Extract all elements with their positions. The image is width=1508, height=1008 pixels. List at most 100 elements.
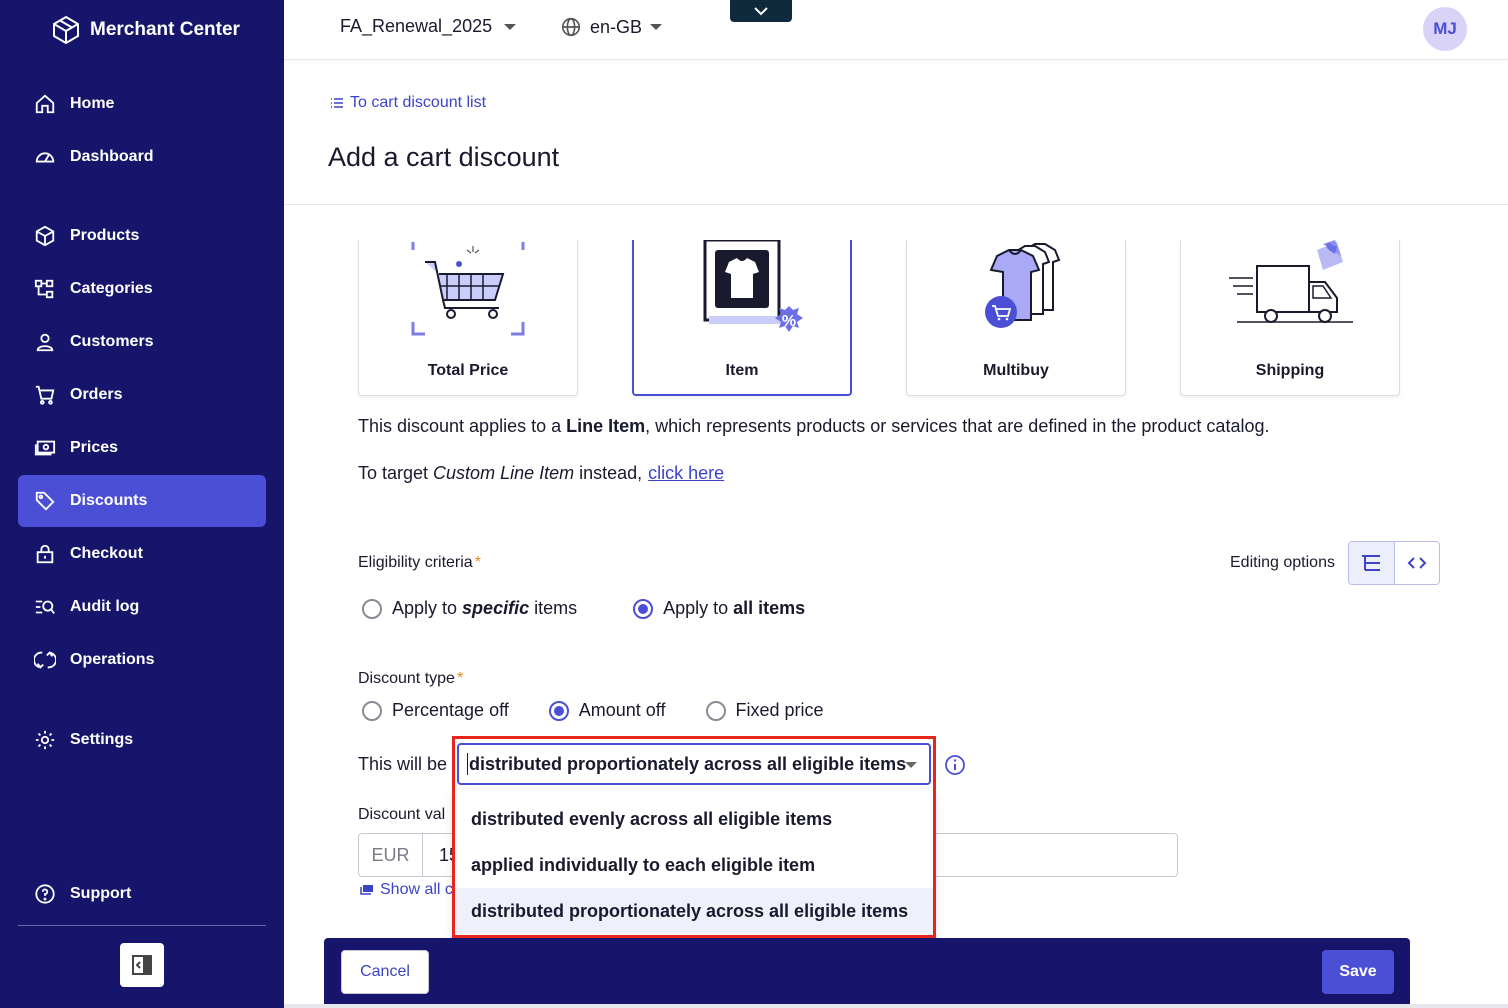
radio-fixed-price[interactable]: Fixed price — [705, 700, 824, 721]
distribution-select[interactable]: distributed proportionately across all e… — [457, 743, 931, 785]
description-bold: Line Item — [566, 416, 646, 436]
prices-icon — [34, 437, 56, 459]
products-icon — [34, 225, 56, 247]
sidebar-item-label: Operations — [70, 651, 155, 668]
audit-log-icon — [34, 596, 56, 618]
dropdown-option[interactable]: applied individually to each eligible it… — [455, 842, 933, 888]
radio-apply-all[interactable]: Apply to all items — [633, 598, 805, 619]
chevron-down-icon — [650, 24, 663, 30]
card-item[interactable]: % Item — [632, 240, 852, 396]
collapse-sidebar-icon — [132, 955, 152, 975]
radio-amount-off[interactable]: Amount off — [548, 700, 666, 721]
visual-editor-button[interactable] — [1349, 542, 1395, 584]
avatar[interactable]: MJ — [1423, 7, 1467, 51]
radio-label: Percentage off — [392, 700, 509, 720]
sidebar-item-settings[interactable]: Settings — [18, 714, 266, 766]
save-button[interactable]: Save — [1322, 950, 1394, 994]
dropdown-option-selected[interactable]: distributed proportionately across all e… — [455, 888, 933, 934]
chevron-down-icon — [754, 7, 768, 16]
form-action-bar: Cancel Save — [324, 938, 1410, 1008]
code-icon — [1407, 557, 1427, 569]
target-prefix: To target — [358, 463, 434, 483]
radio-label: Apply to specific items — [392, 598, 577, 619]
chevron-down-icon — [504, 23, 517, 30]
bottom-strip — [284, 1004, 1508, 1008]
project-name: FA_Renewal_2025 — [340, 16, 493, 36]
description-prefix: This discount applies to a — [358, 416, 567, 436]
sidebar-item-label: Dashboard — [70, 148, 154, 165]
multibuy-illustration-icon — [985, 243, 1061, 328]
card-multibuy[interactable]: Multibuy — [906, 240, 1126, 396]
editing-options-toggle — [1348, 541, 1440, 585]
topbar: FA_Renewal_2025 en-GB MJ — [284, 0, 1508, 60]
show-all-currencies-link[interactable]: Show all c — [360, 881, 453, 899]
expand-panel-tab[interactable] — [730, 0, 792, 22]
sidebar-item-customers[interactable]: Customers — [18, 316, 266, 368]
tag-icon — [34, 490, 56, 512]
target-suffix: instead, — [574, 463, 643, 483]
dropdown-option[interactable]: distributed evenly across all eligible i… — [455, 796, 933, 842]
back-to-list-link[interactable]: To cart discount list — [330, 94, 486, 112]
sidebar-item-label: Categories — [70, 280, 153, 297]
sidebar-item-audit-log[interactable]: Audit log — [18, 581, 266, 633]
list-icon — [331, 98, 343, 108]
eligibility-radio-group: Apply to specific items Apply to all ite… — [362, 598, 805, 619]
locale-switcher[interactable]: en-GB — [560, 16, 663, 38]
sidebar-item-label: Home — [70, 95, 115, 112]
required-mark: * — [456, 670, 464, 687]
radio-indicator — [633, 598, 654, 619]
description-suffix: , which represents products or services … — [645, 416, 1270, 436]
discount-description: This discount applies to a Line Item, wh… — [358, 416, 1269, 437]
project-switcher[interactable]: FA_Renewal_2025 — [340, 16, 517, 37]
discount-type-label-text: Discount type — [358, 670, 455, 687]
page-title: Add a cart discount — [328, 142, 560, 172]
card-label: Item — [725, 362, 759, 379]
specific-suffix: items — [529, 598, 578, 618]
distribution-selected-value: distributed proportionately across all e… — [469, 753, 907, 774]
sidebar-item-categories[interactable]: Categories — [18, 263, 266, 315]
brand-name: Merchant Center — [90, 19, 240, 40]
shipping-truck-illustration-icon — [1229, 240, 1353, 323]
cart-icon — [34, 384, 56, 406]
custom-line-item-hint: To target Custom Line Item instead, click… — [358, 463, 724, 484]
home-icon — [34, 93, 56, 115]
operations-icon — [34, 649, 56, 671]
sidebar-item-support[interactable]: Support — [18, 868, 266, 920]
radio-apply-specific[interactable]: Apply to specific items — [362, 598, 577, 619]
lock-icon — [34, 543, 56, 565]
distribution-dropdown-menu: distributed evenly across all eligible i… — [455, 790, 933, 935]
radio-indicator — [362, 700, 382, 721]
specific-em: specific — [462, 598, 530, 618]
click-here-link[interactable]: click here — [648, 463, 724, 483]
sidebar-item-label: Prices — [70, 439, 119, 456]
sidebar-item-products[interactable]: Products — [18, 210, 266, 262]
sidebar-item-label: Products — [70, 227, 140, 244]
discount-value-label: Discount val — [358, 806, 446, 823]
sidebar-item-home[interactable]: Home — [18, 78, 266, 130]
brand[interactable]: Merchant Center — [52, 14, 240, 46]
collapse-sidebar-button[interactable] — [120, 943, 164, 987]
dashboard-icon — [34, 146, 56, 168]
sidebar-item-discounts[interactable]: Discounts — [18, 475, 266, 527]
sidebar-item-label: Audit log — [70, 598, 140, 615]
card-shipping[interactable]: Shipping — [1180, 240, 1400, 396]
sidebar-item-operations[interactable]: Operations — [18, 634, 266, 686]
sidebar-item-orders[interactable]: Orders — [18, 369, 266, 421]
svg-text:%: % — [782, 313, 796, 330]
info-icon[interactable] — [944, 754, 966, 776]
sidebar-item-dashboard[interactable]: Dashboard — [18, 131, 266, 183]
radio-percentage-off[interactable]: Percentage off — [362, 700, 509, 721]
cancel-button[interactable]: Cancel — [341, 950, 429, 994]
card-label: Total Price — [427, 362, 509, 379]
sidebar-item-prices[interactable]: Prices — [18, 422, 266, 474]
amount-value: 15 — [439, 844, 460, 865]
tree-list-icon — [1362, 555, 1381, 571]
eligibility-label: Eligibility criteria * — [358, 554, 481, 572]
money-icon — [360, 885, 373, 895]
discount-type-radio-group: Percentage off Amount off Fixed price — [362, 700, 824, 721]
code-editor-button[interactable] — [1395, 542, 1440, 584]
sidebar-item-checkout[interactable]: Checkout — [18, 528, 266, 580]
card-label: Multibuy — [983, 362, 1049, 379]
specific-prefix: Apply to — [392, 598, 463, 618]
card-total-price[interactable]: Total Price — [358, 240, 578, 396]
